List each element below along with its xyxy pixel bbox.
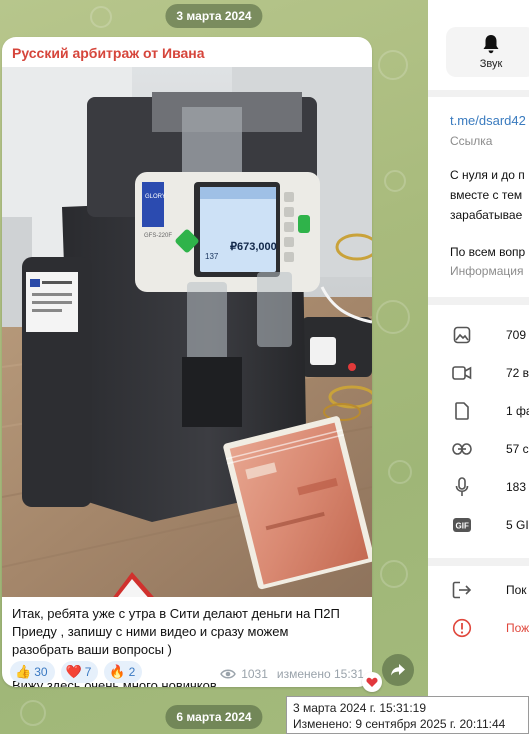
link-icon	[452, 439, 472, 459]
media-row-photos[interactable]: 709	[428, 316, 529, 354]
chat-area: 3 марта 2024 Русский арбитраж от Ивана G…	[0, 0, 428, 734]
reaction-count: 30	[34, 665, 48, 679]
heart-icon: ❤️	[65, 664, 82, 679]
media-row-gifs[interactable]: GIF 5 GI	[428, 506, 529, 544]
counter-brand: GLORY	[145, 194, 166, 200]
panel-header-section: Звук	[428, 0, 529, 90]
action-text: Пок	[506, 583, 527, 597]
views-count: 1031	[241, 667, 268, 681]
media-row-text: 183	[506, 480, 527, 494]
my-reaction-heart-icon[interactable]	[362, 672, 382, 692]
reaction-count: 7	[84, 665, 92, 679]
panel-info-section: t.me/dsard42 Ссылка С нуля и до п вместе…	[428, 97, 529, 297]
date-separator: 3 марта 2024	[165, 4, 263, 28]
channel-info-panel: Звук t.me/dsard42 Ссылка С нуля и до п в…	[428, 0, 529, 734]
description-line: С нуля и до п	[450, 168, 525, 182]
reactions-bar: 👍 30 ❤️ 7 🔥 2	[10, 661, 143, 683]
edited-time[interactable]: изменено 15:31	[277, 667, 364, 681]
media-row-videos[interactable]: 72 в	[428, 354, 529, 392]
video-icon	[452, 363, 472, 383]
description-line: зарабатывае	[450, 208, 523, 222]
media-row-text: 709	[506, 328, 527, 342]
media-row-text: 5 GI	[506, 518, 529, 532]
report-channel-button[interactable]: Пож	[428, 609, 529, 647]
channel-message[interactable]: Русский арбитраж от Ивана GLORY GFS-220F…	[2, 37, 372, 687]
contact-line: По всем вопр	[450, 245, 526, 259]
counter-model: GFS-220F	[144, 233, 172, 239]
voice-icon	[452, 477, 472, 497]
reaction-count: 2	[128, 665, 136, 679]
leave-channel-button[interactable]: Пок	[428, 571, 529, 609]
background-doodle	[20, 700, 46, 726]
tooltip-edited-time: Изменено: 9 сентября 2025 г. 20:11:44	[293, 717, 506, 731]
svg-text:GIF: GIF	[456, 522, 469, 531]
background-doodle	[378, 50, 408, 80]
sound-toggle-button[interactable]: Звук	[446, 27, 529, 77]
counter-amount: ₽673,000	[230, 241, 277, 253]
gif-icon: GIF	[452, 515, 472, 535]
background-doodle	[388, 460, 412, 484]
views-eye-icon	[220, 669, 237, 679]
media-row-text: 72 в	[506, 366, 529, 380]
money-counter-photo: GLORY GFS-220F 137 ₽673,000	[2, 67, 372, 597]
background-doodle	[380, 560, 408, 588]
media-row-files[interactable]: 1 фа	[428, 392, 529, 430]
counter-count: 137	[205, 252, 219, 261]
description-line: вместе с тем	[450, 188, 523, 202]
sound-label: Звук	[479, 58, 503, 70]
background-doodle	[90, 6, 112, 28]
reaction-heart[interactable]: ❤️ 7	[60, 661, 99, 683]
file-icon	[452, 401, 472, 421]
fire-icon: 🔥	[109, 664, 126, 679]
panel-media-section: 709 72 в 1 фа 57 с 183	[428, 305, 529, 558]
background-doodle	[384, 170, 406, 192]
photo-icon	[452, 325, 472, 345]
media-row-text: 1 фа	[506, 404, 529, 418]
media-row-text: 57 с	[506, 442, 529, 456]
message-meta: 1031 изменено 15:31	[220, 667, 364, 681]
report-icon	[452, 618, 472, 638]
channel-link[interactable]: t.me/dsard42	[450, 113, 526, 128]
background-doodle	[376, 300, 410, 334]
leave-icon	[452, 580, 472, 600]
info-caption: Информация	[450, 264, 524, 278]
action-text: Пож	[506, 621, 529, 635]
thumbs-up-icon: 👍	[15, 664, 32, 679]
date-separator: 6 марта 2024	[165, 705, 263, 729]
reaction-thumbs-up[interactable]: 👍 30	[10, 661, 55, 683]
media-row-voice[interactable]: 183	[428, 468, 529, 506]
message-sender[interactable]: Русский арбитраж от Ивана	[12, 45, 205, 61]
bell-icon	[483, 35, 499, 54]
timestamp-tooltip: 3 марта 2024 г. 15:31:19 Изменено: 9 сен…	[286, 696, 529, 734]
reaction-fire[interactable]: 🔥 2	[104, 661, 143, 683]
share-button[interactable]	[382, 654, 414, 686]
link-caption: Ссылка	[450, 134, 493, 148]
message-photo[interactable]: GLORY GFS-220F 137 ₽673,000	[2, 67, 372, 597]
tooltip-sent-time: 3 марта 2024 г. 15:31:19	[293, 701, 427, 715]
share-arrow-icon	[391, 664, 405, 676]
media-row-links[interactable]: 57 с	[428, 430, 529, 468]
